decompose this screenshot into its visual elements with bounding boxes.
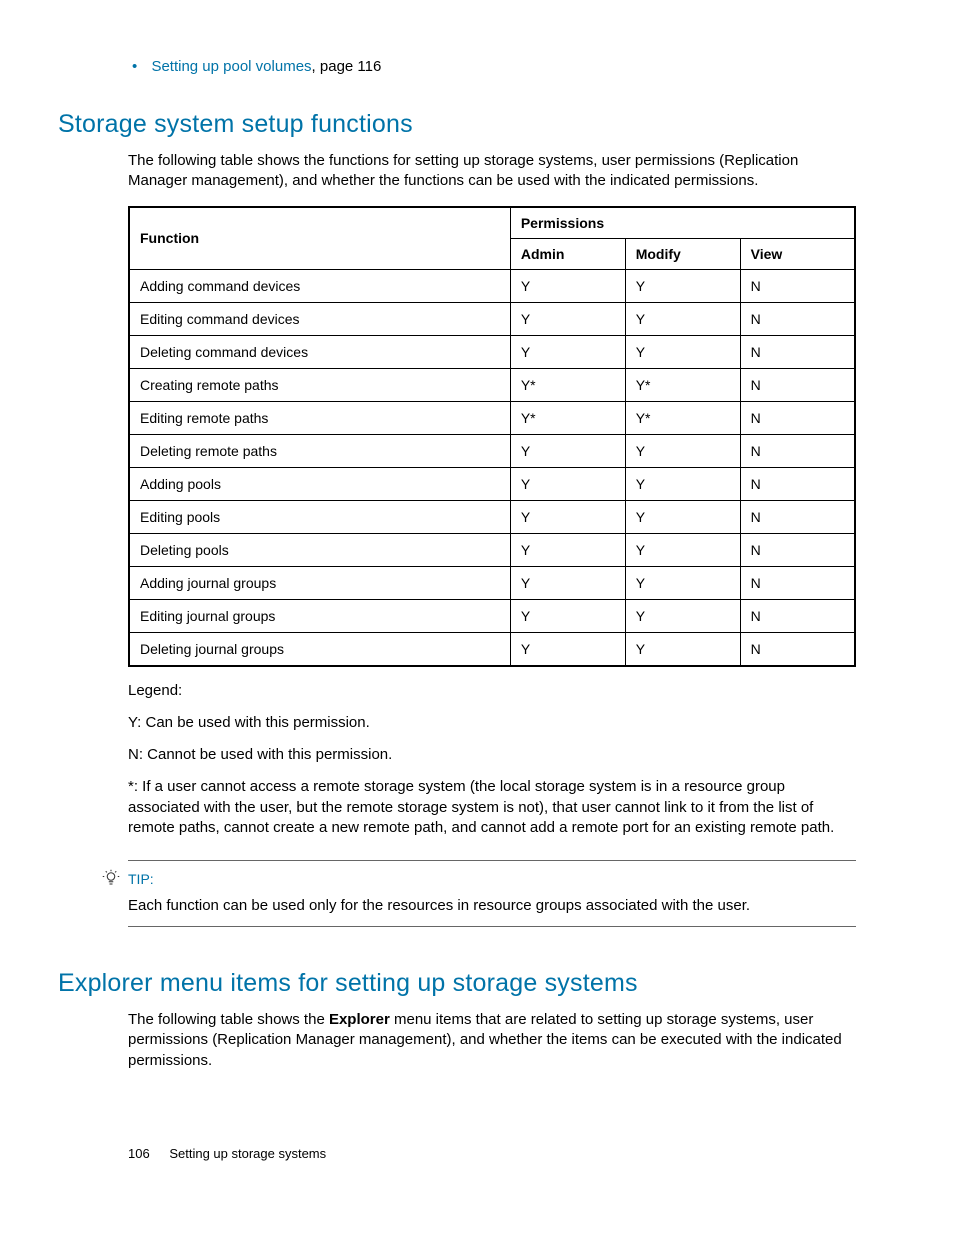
- permissions-table: Function Permissions Admin Modify View A…: [128, 206, 856, 667]
- heading-explorer-menu-items: Explorer menu items for setting up stora…: [58, 969, 856, 998]
- cell-modify: Y*: [625, 368, 740, 401]
- intro2-pre: The following table shows the: [128, 1011, 329, 1028]
- cell-view: N: [740, 632, 855, 666]
- th-view: View: [740, 238, 855, 269]
- tip-label: TIP:: [128, 871, 154, 887]
- th-admin: Admin: [510, 238, 625, 269]
- intro-paragraph-2: The following table shows the Explorer m…: [128, 1010, 856, 1071]
- cell-function: Adding journal groups: [129, 566, 510, 599]
- heading-storage-system-setup-functions: Storage system setup functions: [58, 110, 856, 139]
- cell-view: N: [740, 335, 855, 368]
- cell-modify: Y: [625, 599, 740, 632]
- page-footer: 106 Setting up storage systems: [128, 1146, 326, 1161]
- cell-admin: Y: [510, 335, 625, 368]
- th-permissions: Permissions: [510, 207, 855, 239]
- cell-modify: Y: [625, 434, 740, 467]
- cell-admin: Y: [510, 533, 625, 566]
- footer-section-name: Setting up storage systems: [169, 1146, 326, 1161]
- bullet-suffix: , page 116: [312, 58, 382, 75]
- tip-text: Each function can be used only for the r…: [128, 897, 856, 914]
- cell-admin: Y: [510, 599, 625, 632]
- cell-function: Adding pools: [129, 467, 510, 500]
- cell-modify: Y: [625, 467, 740, 500]
- cell-function: Editing pools: [129, 500, 510, 533]
- legend-block: Legend: Y: Can be used with this permiss…: [128, 681, 856, 839]
- cell-admin: Y: [510, 302, 625, 335]
- table-row: Editing remote pathsY*Y*N: [129, 401, 855, 434]
- cell-function: Creating remote paths: [129, 368, 510, 401]
- table-row: Adding poolsYYN: [129, 467, 855, 500]
- cell-admin: Y*: [510, 401, 625, 434]
- cell-modify: Y: [625, 566, 740, 599]
- cell-view: N: [740, 566, 855, 599]
- link-setting-up-pool-volumes[interactable]: Setting up pool volumes: [151, 58, 311, 75]
- cell-function: Deleting remote paths: [129, 434, 510, 467]
- table-row: Deleting poolsYYN: [129, 533, 855, 566]
- cell-admin: Y: [510, 467, 625, 500]
- page-number: 106: [128, 1146, 150, 1161]
- th-modify: Modify: [625, 238, 740, 269]
- lightbulb-icon: [102, 869, 120, 887]
- legend-y: Y: Can be used with this permission.: [128, 713, 856, 733]
- cell-function: Deleting pools: [129, 533, 510, 566]
- cell-admin: Y: [510, 566, 625, 599]
- cell-view: N: [740, 434, 855, 467]
- intro2-bold: Explorer: [329, 1011, 390, 1028]
- cell-modify: Y: [625, 269, 740, 302]
- cell-admin: Y: [510, 632, 625, 666]
- cell-function: Editing command devices: [129, 302, 510, 335]
- cell-function: Editing journal groups: [129, 599, 510, 632]
- legend-star: *: If a user cannot access a remote stor…: [128, 777, 856, 838]
- legend-title: Legend:: [128, 681, 856, 701]
- cell-function: Deleting journal groups: [129, 632, 510, 666]
- cell-view: N: [740, 302, 855, 335]
- tip-callout: TIP: Each function can be used only for …: [128, 860, 856, 927]
- table-row: Creating remote pathsY*Y*N: [129, 368, 855, 401]
- cell-view: N: [740, 599, 855, 632]
- cell-modify: Y: [625, 632, 740, 666]
- cell-modify: Y: [625, 335, 740, 368]
- table-row: Editing journal groupsYYN: [129, 599, 855, 632]
- cell-view: N: [740, 500, 855, 533]
- cell-view: N: [740, 401, 855, 434]
- table-row: Deleting command devicesYYN: [129, 335, 855, 368]
- cell-admin: Y: [510, 434, 625, 467]
- cell-modify: Y*: [625, 401, 740, 434]
- table-row: Editing poolsYYN: [129, 500, 855, 533]
- table-row: Deleting journal groupsYYN: [129, 632, 855, 666]
- legend-n: N: Cannot be used with this permission.: [128, 745, 856, 765]
- cell-modify: Y: [625, 500, 740, 533]
- bullet-icon: •: [132, 58, 137, 75]
- intro-paragraph-1: The following table shows the functions …: [128, 151, 856, 192]
- cell-modify: Y: [625, 302, 740, 335]
- bullet-list-item: • Setting up pool volumes, page 116: [132, 58, 856, 75]
- cell-view: N: [740, 533, 855, 566]
- cell-function: Adding command devices: [129, 269, 510, 302]
- table-row: Adding command devicesYYN: [129, 269, 855, 302]
- cell-modify: Y: [625, 533, 740, 566]
- th-function: Function: [129, 207, 510, 270]
- cell-admin: Y: [510, 500, 625, 533]
- cell-view: N: [740, 269, 855, 302]
- document-page: • Setting up pool volumes, page 116 Stor…: [0, 0, 954, 1235]
- cell-admin: Y*: [510, 368, 625, 401]
- cell-function: Editing remote paths: [129, 401, 510, 434]
- table-row: Editing command devicesYYN: [129, 302, 855, 335]
- cell-admin: Y: [510, 269, 625, 302]
- table-row: Deleting remote pathsYYN: [129, 434, 855, 467]
- cell-view: N: [740, 368, 855, 401]
- cell-function: Deleting command devices: [129, 335, 510, 368]
- table-row: Adding journal groupsYYN: [129, 566, 855, 599]
- cell-view: N: [740, 467, 855, 500]
